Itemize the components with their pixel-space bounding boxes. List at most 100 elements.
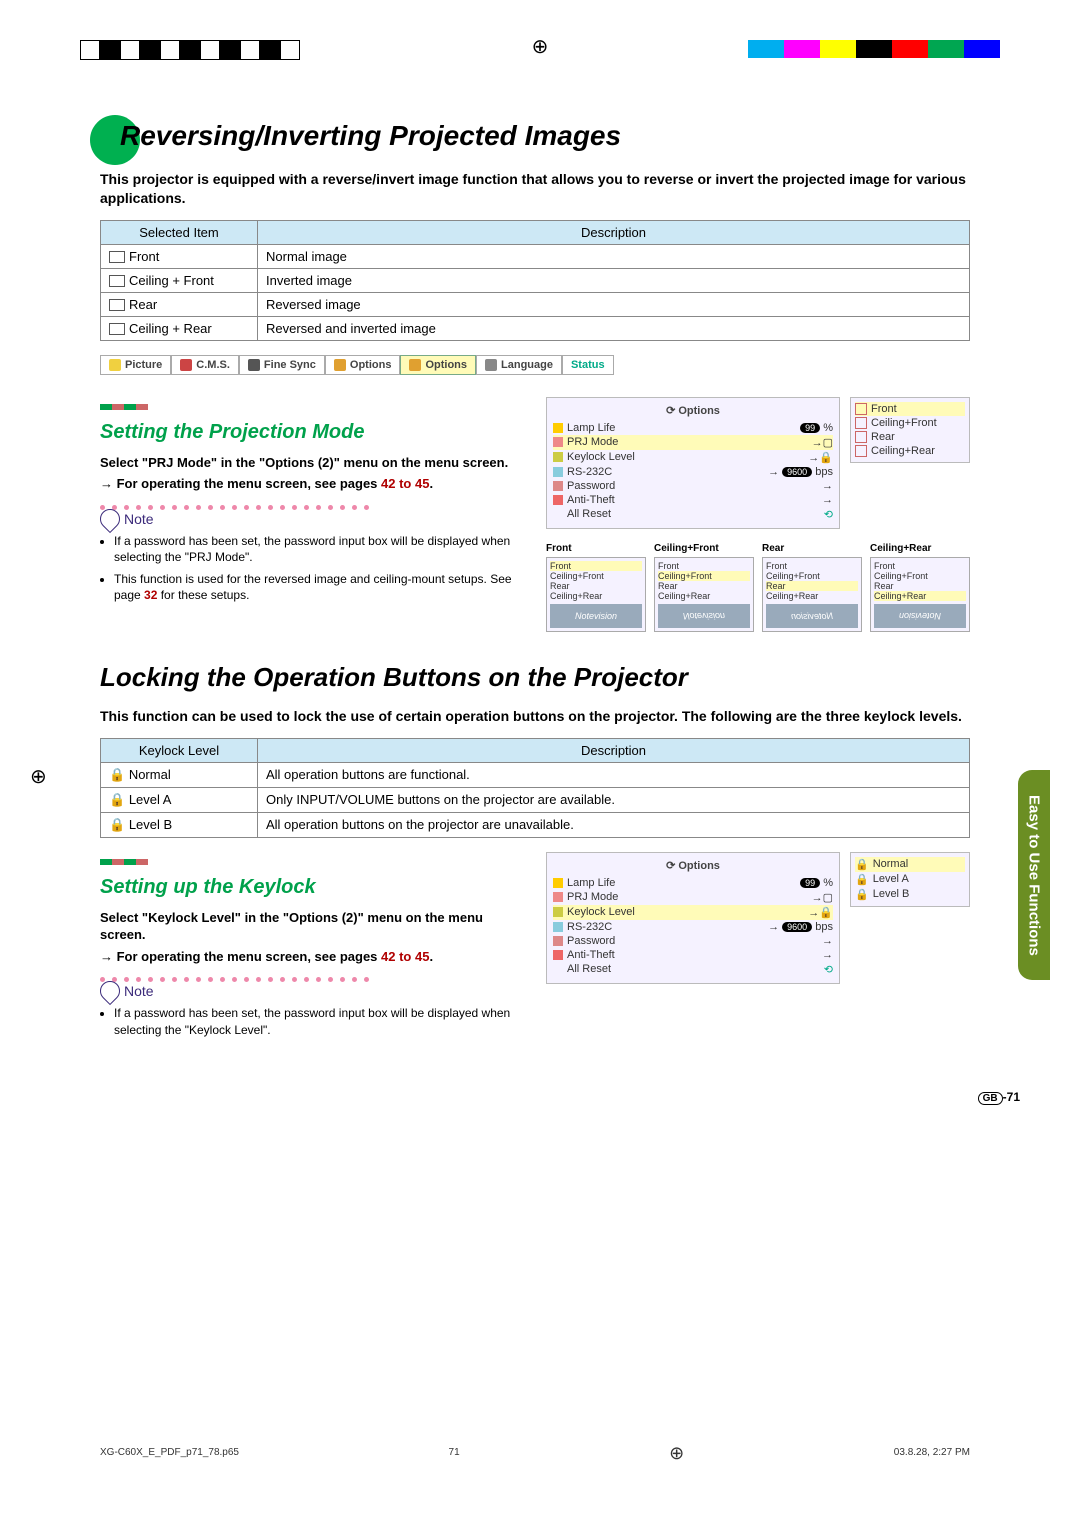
osd-side-options: 🔒Normal 🔒Level A 🔒Level B: [850, 852, 970, 907]
subsection-heading: Setting up the Keylock: [100, 876, 516, 899]
table-row: 🔒 Level B All operation buttons on the p…: [101, 812, 970, 837]
lock-icon: 🔒: [109, 792, 125, 807]
table-row: Ceiling + Front Inverted image: [101, 268, 970, 292]
table-row: 🔒 Normal All operation buttons are funct…: [101, 762, 970, 787]
tab-language[interactable]: Language: [476, 355, 562, 375]
page-title: Reversing/Inverting Projected Images: [100, 120, 970, 152]
lock-icon: 🔒: [855, 888, 869, 901]
registration-mark-icon: ⊕: [669, 1443, 684, 1464]
reset-icon: ⟲: [824, 508, 833, 521]
lamp-icon: [553, 423, 563, 433]
arrow-right-icon: →🔒: [808, 451, 833, 464]
section-title: Locking the Operation Buttons on the Pro…: [100, 662, 970, 693]
step-text: → For operating the menu screen, see pag…: [100, 948, 516, 966]
document-page: Reversing/Inverting Projected Images Thi…: [100, 120, 970, 1044]
table-header: Selected Item: [101, 220, 258, 244]
lock-icon: 🔒: [109, 817, 125, 832]
reset-icon: ⟲: [824, 963, 833, 976]
screen-icon: [109, 251, 125, 263]
note-list: If a password has been set, the password…: [114, 1005, 516, 1037]
tab-finesync[interactable]: Fine Sync: [239, 355, 325, 375]
screen-icon: [553, 437, 563, 447]
screen-icon: [855, 445, 867, 457]
tab-picture[interactable]: Picture: [100, 355, 171, 375]
page-reference-link[interactable]: 32: [144, 588, 157, 602]
mini-preview-row: Front Front Ceiling+Front Rear Ceiling+R…: [546, 543, 970, 632]
arrow-right-icon: →▢: [812, 436, 833, 449]
registration-mark-icon: ⊕: [532, 34, 549, 59]
tab-status[interactable]: Status: [562, 355, 614, 375]
registration-mark-icon: ⊕: [30, 764, 47, 789]
intro-text: This projector is equipped with a revers…: [100, 170, 970, 208]
lock-icon: 🔒: [109, 767, 125, 782]
subsection-heading: Setting the Projection Mode: [100, 421, 516, 444]
printer-marks: ⊕: [0, 40, 1080, 80]
key-icon: [553, 936, 563, 946]
accent-bars: [100, 852, 516, 870]
note-heading: Note: [100, 509, 516, 529]
page-reference-link[interactable]: 42 to 45: [381, 476, 429, 491]
table-header: Description: [258, 738, 970, 762]
note-heading: Note: [100, 981, 516, 1001]
arrow-right-icon: →▢: [812, 891, 833, 904]
keylock-table: Keylock Level Description 🔒 Normal All o…: [100, 738, 970, 838]
arrow-right-icon: →: [822, 480, 833, 492]
arrow-right-icon: →🔒: [808, 906, 833, 919]
lock-icon: [553, 452, 563, 462]
osd-side-options: Front Ceiling+Front Rear Ceiling+Rear: [850, 397, 970, 463]
step-text: Select "Keylock Level" in the "Options (…: [100, 909, 516, 944]
lamp-icon: [553, 878, 563, 888]
list-item: If a password has been set, the password…: [114, 533, 516, 565]
table-header: Description: [258, 220, 970, 244]
section-tab: Easy to Use Functions: [1018, 770, 1050, 980]
step-text: → For operating the menu screen, see pag…: [100, 475, 516, 493]
page-reference-link[interactable]: 42 to 45: [381, 949, 429, 964]
screen-icon: [855, 417, 867, 429]
list-item: This function is used for the reversed i…: [114, 571, 516, 603]
dotted-divider: [100, 969, 516, 975]
gear-icon: ⟳: [666, 405, 675, 417]
port-icon: [553, 467, 563, 477]
dotted-divider: [100, 497, 516, 503]
lock-icon: 🔒: [855, 858, 869, 871]
arrow-right-icon: →: [822, 494, 833, 506]
tab-options1[interactable]: Options: [325, 355, 401, 375]
table-row: 🔒 Level A Only INPUT/VOLUME buttons on t…: [101, 787, 970, 812]
screen-icon: [855, 403, 867, 415]
projection-mode-table: Selected Item Description Front Normal i…: [100, 220, 970, 341]
arrow-right-icon: →: [822, 935, 833, 947]
shield-icon: [553, 495, 563, 505]
step-text: Select "PRJ Mode" in the "Options (2)" m…: [100, 454, 516, 472]
table-row: Front Normal image: [101, 244, 970, 268]
accent-bars: [100, 397, 516, 415]
table-row: Ceiling + Rear Reversed and inverted ima…: [101, 316, 970, 340]
key-icon: [553, 481, 563, 491]
preview-image: Notevision: [658, 604, 750, 628]
table-header: Keylock Level: [101, 738, 258, 762]
preview-image: Notevision: [550, 604, 642, 628]
gear-icon: ⟳: [666, 860, 675, 872]
arrow-right-icon: →: [822, 949, 833, 961]
table-row: Rear Reversed image: [101, 292, 970, 316]
screen-icon: [553, 892, 563, 902]
list-item: If a password has been set, the password…: [114, 1005, 516, 1037]
page-number: GB-71: [978, 1090, 1020, 1104]
screen-icon: [109, 299, 125, 311]
osd-options-panel: ⟳ Options Lamp Life99 % PRJ Mode→▢ Keylo…: [546, 852, 840, 984]
tab-cms[interactable]: C.M.S.: [171, 355, 239, 375]
screen-icon: [109, 323, 125, 335]
print-footer: XG-C60X_E_PDF_p71_78.p65 71 ⊕ 03.8.28, 2…: [100, 1447, 970, 1468]
lock-icon: 🔒: [855, 873, 869, 886]
port-icon: [553, 922, 563, 932]
screen-icon: [109, 275, 125, 287]
preview-image: Notevision: [766, 604, 858, 628]
shield-icon: [553, 950, 563, 960]
menu-tab-bar: Picture C.M.S. Fine Sync Options Options…: [100, 355, 970, 375]
preview-image: Notevision: [874, 604, 966, 628]
lock-icon: [553, 907, 563, 917]
osd-options-panel: ⟳ Options Lamp Life99 % PRJ Mode→▢ Keylo…: [546, 397, 840, 529]
intro-text: This function can be used to lock the us…: [100, 707, 970, 726]
note-list: If a password has been set, the password…: [114, 533, 516, 604]
tab-options2[interactable]: Options: [400, 355, 476, 375]
screen-icon: [855, 431, 867, 443]
